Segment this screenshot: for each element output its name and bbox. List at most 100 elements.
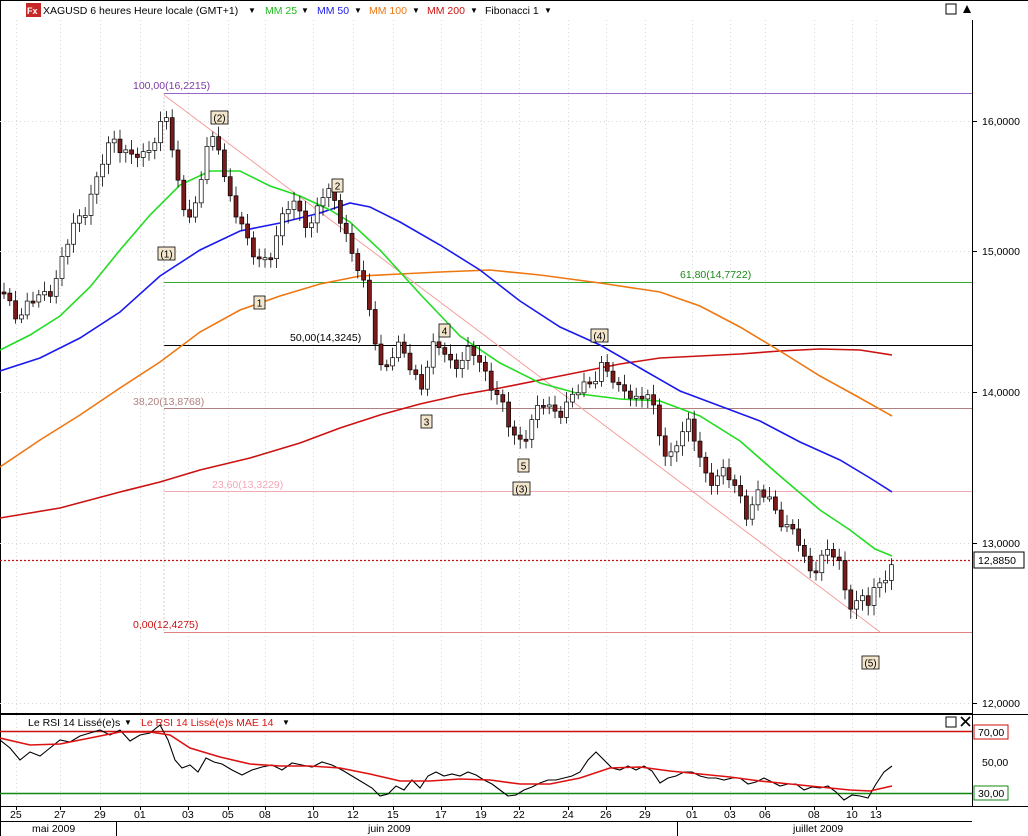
candle-body	[697, 440, 703, 458]
candle-body	[790, 524, 796, 530]
date-tick: 26	[600, 809, 612, 821]
candle-body	[465, 345, 471, 361]
candle-body	[564, 401, 569, 418]
date-tick: 12	[347, 809, 359, 821]
candle-body	[13, 300, 18, 320]
fib-label-61-8: 61,80(14,7722)	[680, 269, 751, 281]
candle-body	[483, 361, 488, 372]
candle-body	[425, 366, 430, 390]
month-label: mai 2009	[32, 823, 75, 835]
candle-body	[88, 193, 94, 216]
candle-body	[303, 210, 308, 228]
candle-body	[71, 222, 76, 245]
candle-body	[77, 215, 82, 224]
candle-body	[726, 467, 732, 481]
indicator-mm200[interactable]: MM 200	[427, 5, 465, 17]
date-tick: 15	[387, 809, 399, 821]
rsi-tick-50: 50,00	[982, 757, 1008, 769]
candle-body	[152, 142, 158, 151]
candle-body	[883, 580, 888, 584]
month-label: juillet 2009	[792, 823, 843, 835]
candle-body	[691, 418, 697, 442]
maximize-icon[interactable]	[945, 3, 957, 15]
candle-body	[413, 369, 419, 375]
wave-label-2-major: (2)	[213, 114, 225, 125]
candle-body	[239, 216, 245, 225]
indicator-mm25[interactable]: MM 25	[265, 5, 297, 17]
candle-body	[831, 549, 836, 558]
candle-body	[320, 197, 326, 207]
candle-body	[854, 600, 859, 610]
candle-body	[1, 291, 7, 295]
candle-body	[314, 205, 320, 224]
candle-body	[645, 394, 651, 400]
candle-body	[622, 384, 627, 392]
candle-body	[477, 355, 482, 363]
candle-body	[802, 544, 807, 557]
fibonacci-dropdown-icon[interactable]: ▼	[544, 6, 552, 15]
wave-label-5-major: (5)	[864, 659, 876, 670]
indicator-fibonacci[interactable]: Fibonacci 1	[485, 5, 539, 17]
candle-body	[494, 389, 500, 395]
candle-body	[204, 146, 210, 181]
candle-body	[459, 359, 465, 369]
candle-body	[593, 381, 598, 385]
candle-body	[123, 149, 129, 154]
rsi-mae-dropdown-icon[interactable]: ▼	[282, 718, 290, 727]
candle-body	[19, 314, 24, 320]
candle-body	[164, 117, 169, 122]
candle-body	[546, 404, 552, 408]
indicator-mm50[interactable]: MM 50	[317, 5, 349, 17]
candle-body	[175, 149, 181, 181]
wave-label-1-minor: 1	[257, 299, 263, 310]
candle-body	[430, 341, 436, 368]
candle-body	[813, 570, 819, 574]
candle-body	[744, 495, 749, 520]
candle-body	[662, 435, 668, 457]
candle-body	[552, 404, 558, 412]
candle-body	[372, 309, 378, 345]
candle-body	[709, 472, 714, 486]
candle-body	[326, 188, 332, 198]
candle-body	[146, 150, 152, 153]
mm50-dropdown-icon[interactable]: ▼	[354, 6, 362, 15]
candle-body	[94, 176, 100, 195]
candle-body	[198, 179, 204, 204]
wave-label-2-minor: 2	[335, 182, 341, 193]
rsi-maximize-icon[interactable]	[945, 716, 957, 728]
candle-body	[680, 431, 685, 447]
date-tick: 06	[759, 809, 771, 821]
candle-body	[251, 237, 256, 258]
fib-label-38-2: 38,20(13,8768)	[133, 396, 204, 408]
date-tick: 05	[222, 809, 234, 821]
date-tick: 27	[54, 809, 66, 821]
mm200-dropdown-icon[interactable]: ▼	[470, 6, 478, 15]
candle-body	[210, 136, 216, 147]
candle-body	[262, 257, 268, 261]
candle-body	[784, 524, 790, 528]
price-tick-12: 12,0000	[982, 698, 1020, 710]
candle-body	[367, 279, 372, 310]
symbol-dropdown-icon[interactable]: ▼	[248, 6, 256, 15]
candle-body	[436, 341, 442, 348]
mm100-dropdown-icon[interactable]: ▼	[412, 6, 420, 15]
candle-body	[488, 370, 494, 391]
price-tick-14: 14,0000	[982, 387, 1020, 399]
date-tick: 24	[562, 809, 574, 821]
candle-body	[732, 479, 738, 486]
mm25-dropdown-icon[interactable]: ▼	[301, 6, 309, 15]
candle-body	[755, 489, 761, 506]
candle-body	[59, 256, 65, 279]
candle-body	[558, 410, 564, 418]
candle-body	[749, 504, 755, 520]
candle-body	[227, 176, 233, 197]
wave-label-4-minor: 4	[442, 327, 448, 338]
indicator-mm100[interactable]: MM 100	[369, 5, 407, 17]
candle-body	[291, 200, 297, 210]
rsi-dropdown-icon[interactable]: ▼	[124, 718, 132, 727]
candle-body	[541, 405, 546, 408]
chart-canvas[interactable]: 100,00(16,2215) 61,80(14,7722) 50,00(14,…	[0, 0, 1028, 836]
candle-body	[140, 151, 146, 158]
candle-body	[871, 587, 877, 606]
candle-body	[100, 163, 105, 178]
